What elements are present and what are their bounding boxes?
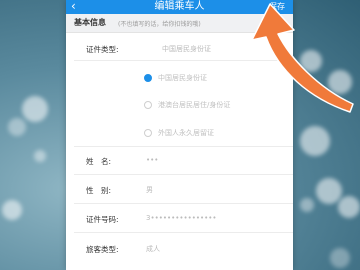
curved-arrow-icon [251, 3, 354, 113]
